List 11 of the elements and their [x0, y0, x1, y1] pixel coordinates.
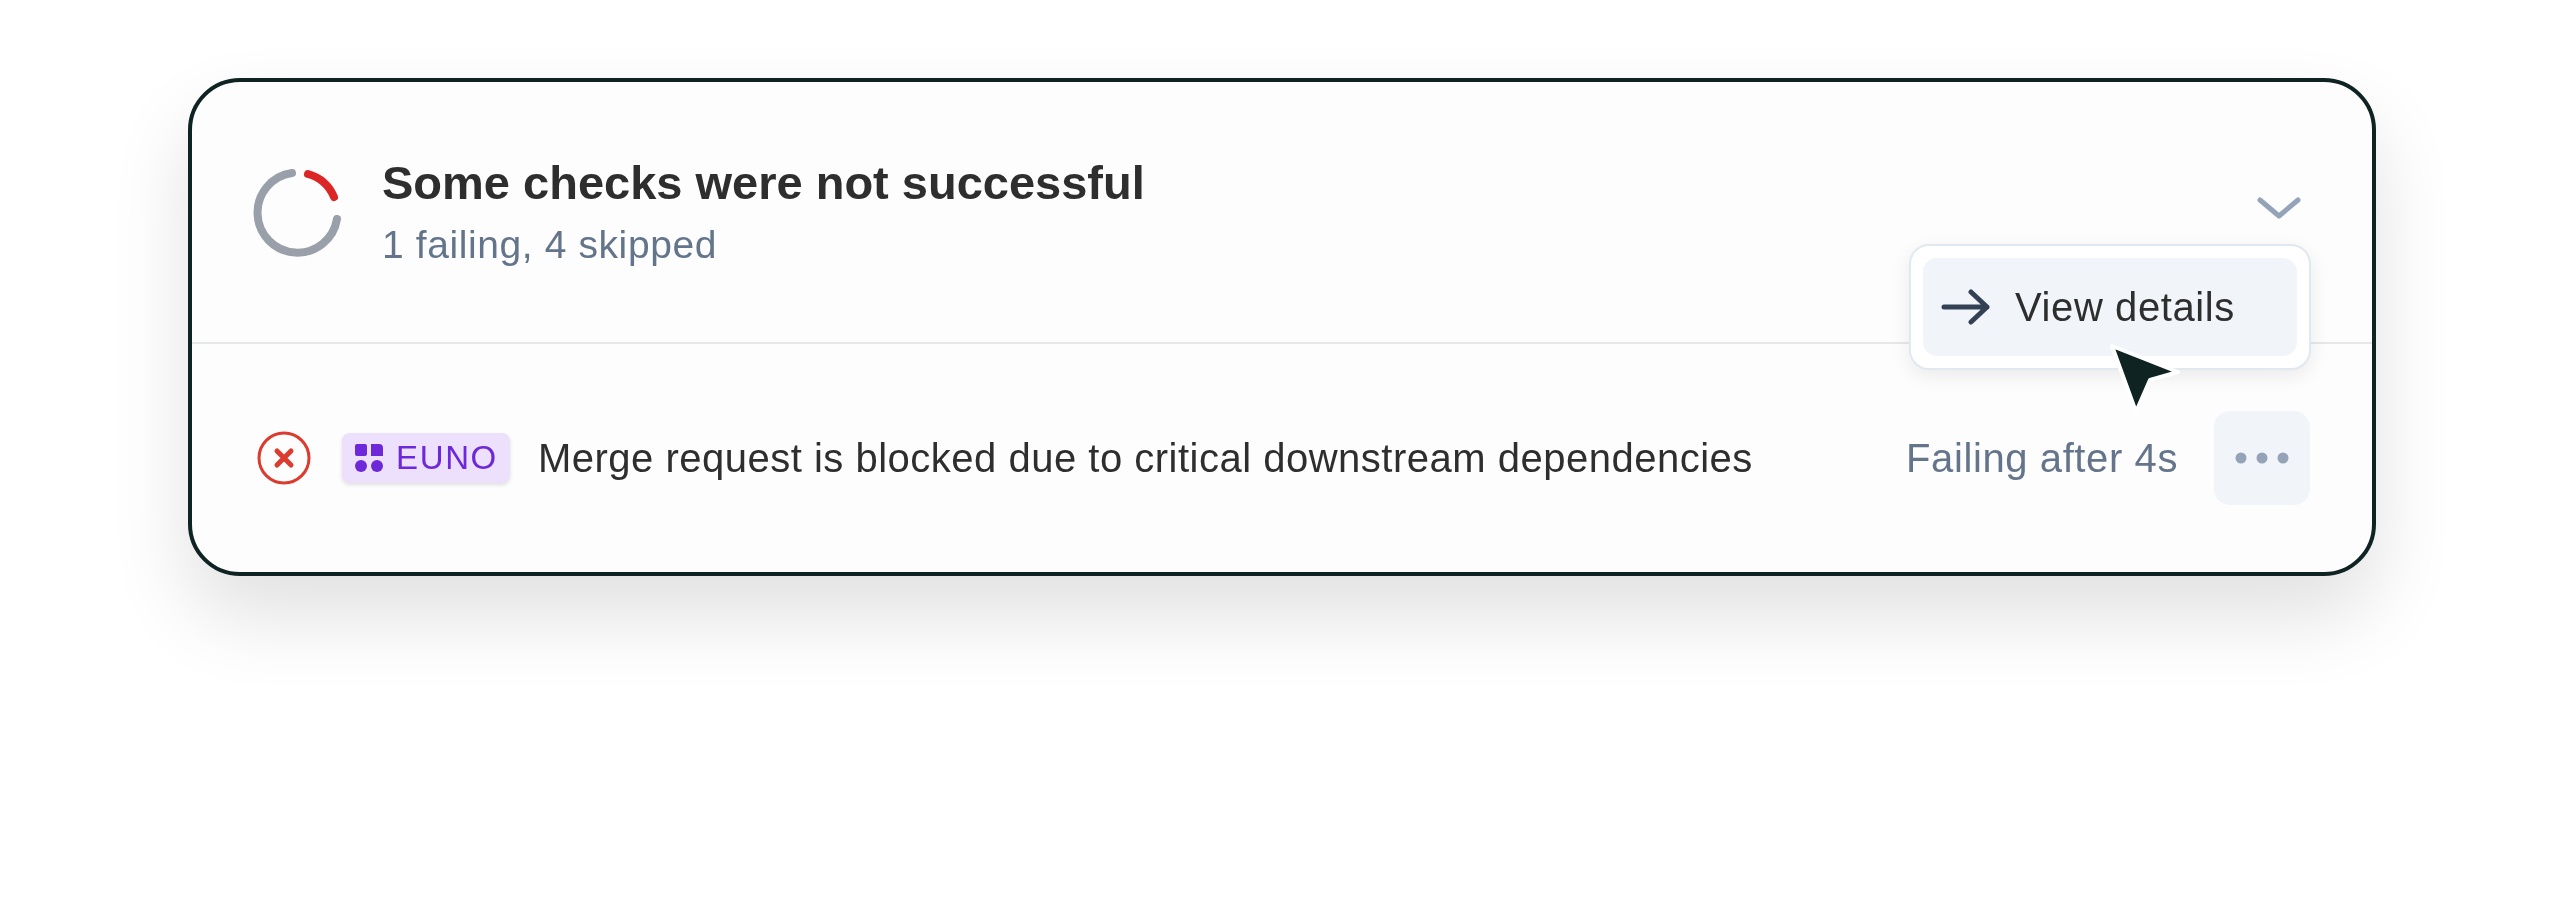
more-options-button[interactable]	[2214, 411, 2310, 505]
check-message: Merge request is blocked due to critical downstream dependencies	[537, 435, 1753, 482]
app-badge: EUNO	[342, 433, 510, 483]
arrow-right-icon	[1941, 289, 1991, 325]
view-details-menu-item[interactable]: View details	[1923, 258, 2297, 356]
summary-subtitle: 1 failing, 4 skipped	[382, 222, 719, 268]
chevron-down-icon[interactable]	[2256, 196, 2302, 220]
app-logo-icon	[354, 443, 384, 473]
check-duration: Failing after 4s	[1906, 435, 2178, 482]
summary-title: Some checks were not successful	[382, 155, 1145, 212]
more-icon	[2235, 452, 2289, 464]
